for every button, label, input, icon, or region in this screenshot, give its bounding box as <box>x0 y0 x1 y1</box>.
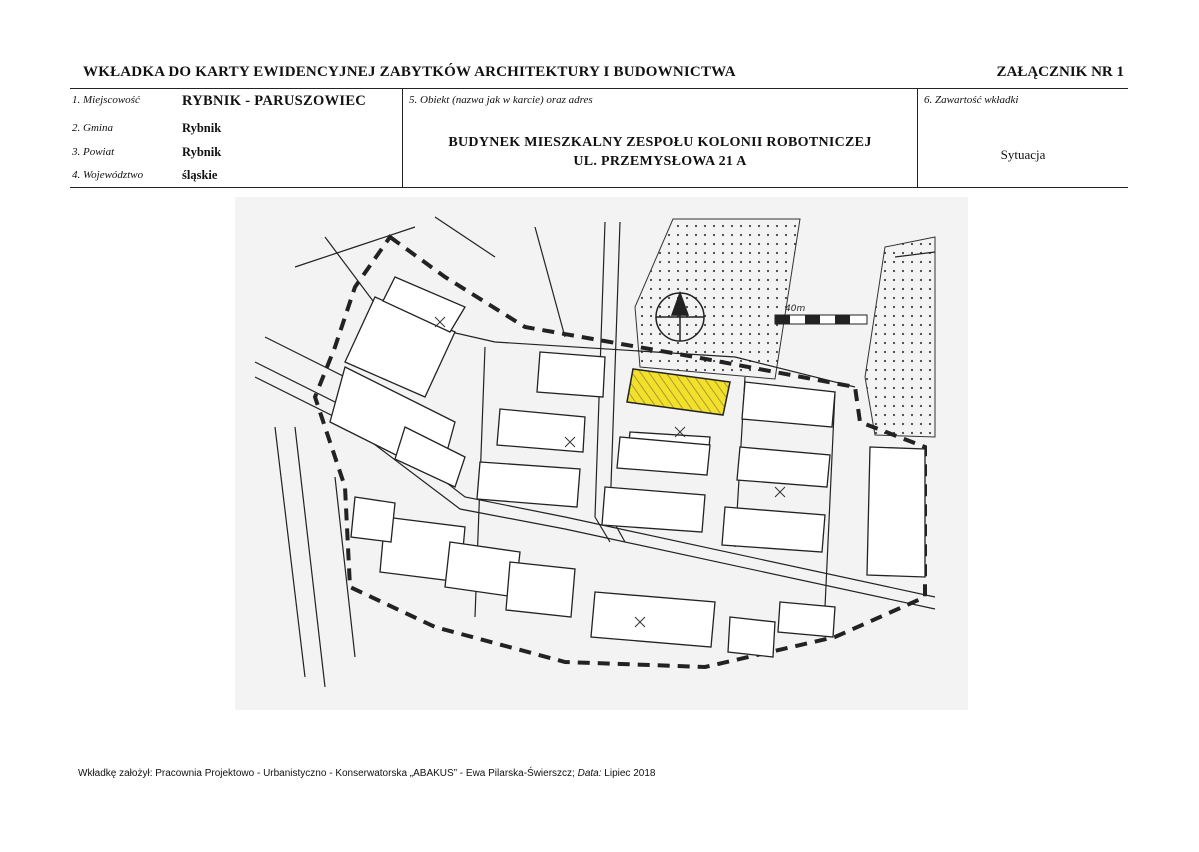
annex-number: ZAŁĄCZNIK NR 1 <box>996 64 1124 80</box>
object-name: BUDYNEK MIESZKALNY ZESPOŁU KOLONII ROBOT… <box>448 135 872 150</box>
site-plan-drawing: 40m <box>254 216 936 688</box>
content-label: 6. Zawartość wkładki <box>924 94 1019 106</box>
object-title: BUDYNEK MIESZKALNY ZESPOŁU KOLONII ROBOT… <box>403 133 917 171</box>
object-column: 5. Obiekt (nazwa jak w karcie) oraz adre… <box>402 89 918 187</box>
header-table: 1. Miejscowość RYBNIK - PARUSZOWIEC 2. G… <box>70 88 1128 188</box>
footer-author: Wkładkę założył: Pracownia Projektowo - … <box>78 768 575 779</box>
content-value: Sytuacja <box>1000 147 1046 162</box>
page-title: WKŁADKA DO KARTY EWIDENCYJNEJ ZABYTKÓW A… <box>83 64 736 80</box>
footer-date-label: Data: <box>577 768 602 779</box>
site-plan-map: 40m <box>235 197 968 710</box>
north-arrow-icon <box>655 290 705 342</box>
district-label: 3. Powiat <box>72 146 115 158</box>
locality-label: 1. Miejscowość <box>72 94 140 106</box>
dotted-area-right <box>864 236 936 438</box>
district-value: Rybnik <box>182 145 222 159</box>
content-column: 6. Zawartość wkładki Sytuacja <box>918 89 1128 187</box>
location-column: 1. Miejscowość RYBNIK - PARUSZOWIEC 2. G… <box>70 89 402 187</box>
scale-label: 40m <box>785 304 805 314</box>
locality-value: RYBNIK - PARUSZOWIEC <box>182 93 367 109</box>
object-address: UL. PRZEMYSŁOWA 21 A <box>573 154 747 169</box>
buildings <box>329 276 926 658</box>
footer-credit: Wkładkę założył: Pracownia Projektowo - … <box>78 768 655 779</box>
object-label: 5. Obiekt (nazwa jak w karcie) oraz adre… <box>409 94 593 106</box>
voivodeship-value: śląskie <box>182 168 218 182</box>
dotted-area-center <box>634 218 801 380</box>
commune-label: 2. Gmina <box>72 122 113 134</box>
scale-bar: 40m <box>774 304 868 325</box>
footer-date: Lipiec 2018 <box>604 768 656 779</box>
commune-value: Rybnik <box>182 121 222 135</box>
voivodeship-label: 4. Województwo <box>72 169 144 181</box>
